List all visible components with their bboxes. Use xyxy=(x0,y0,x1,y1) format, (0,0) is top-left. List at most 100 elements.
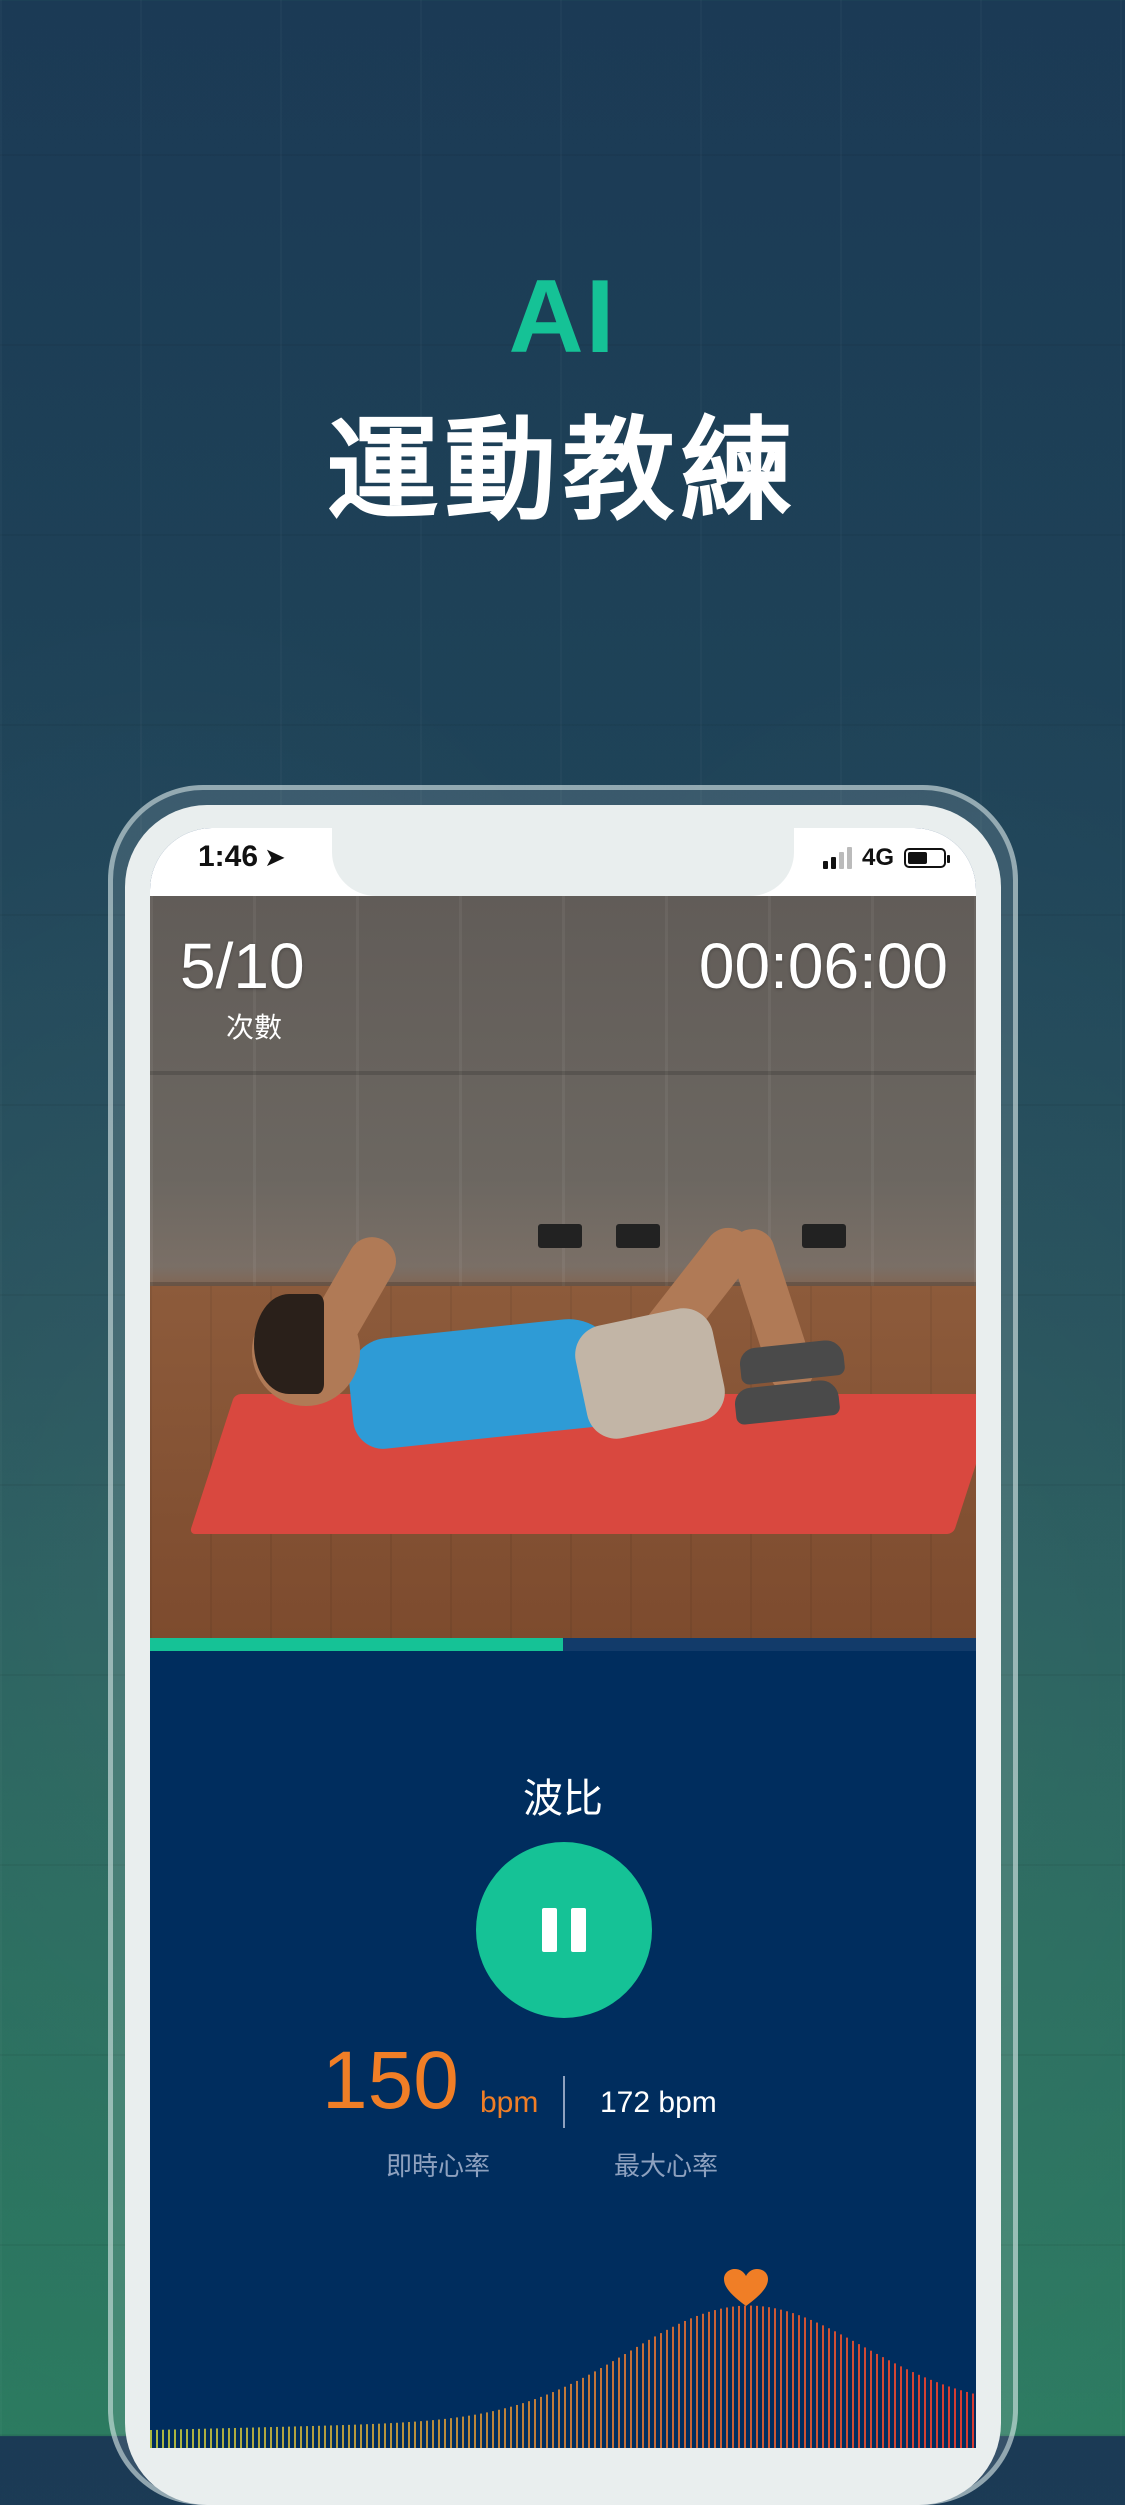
heart-rate-wave-bar xyxy=(498,2409,500,2448)
heart-rate-wave-bar xyxy=(738,2305,740,2448)
heart-rate-wave-bar xyxy=(864,2347,866,2448)
current-heart-rate-label: 即時心率 xyxy=(386,2152,491,2182)
heart-rate-wave-bar xyxy=(906,2369,908,2448)
heart-rate-wave-bar xyxy=(324,2425,326,2448)
heart-rate-wave-bar xyxy=(774,2308,776,2448)
heart-rate-wave-bar xyxy=(156,2429,158,2448)
heart-rate-wave-bar xyxy=(270,2427,272,2448)
heart-rate-wave-bar xyxy=(240,2427,242,2448)
pause-icon xyxy=(542,1908,557,1952)
heart-rate-wave-bar xyxy=(246,2427,248,2448)
heart-rate-wave-bar xyxy=(756,2305,758,2448)
heart-rate-wave-bar xyxy=(402,2422,404,2448)
heart-rate-wave-bar xyxy=(780,2309,782,2448)
video-cabinet-line xyxy=(150,1071,976,1075)
heart-rate-wave-bar xyxy=(504,2408,506,2448)
notch xyxy=(332,828,794,896)
heart-rate-wave-bar xyxy=(432,2420,434,2448)
heart-rate-wave-bar xyxy=(942,2384,944,2448)
heart-rate-wave-bar xyxy=(438,2419,440,2448)
video-cabinet-handle xyxy=(538,1224,582,1248)
heart-rate-wave-bar xyxy=(924,2377,926,2448)
heart-rate-wave-bar xyxy=(348,2424,350,2448)
heart-rate-wave-bar xyxy=(462,2416,464,2448)
heart-rate-wave-bar xyxy=(588,2374,590,2448)
heart-rate-wave-bar xyxy=(894,2363,896,2448)
heart-rate-wave-bar xyxy=(972,2393,974,2448)
heart-rate-wave-bar xyxy=(300,2426,302,2448)
heart-rate-wave-bar xyxy=(426,2420,428,2448)
current-heart-rate-unit: bpm xyxy=(480,2086,539,2119)
heart-rate-wave-bar xyxy=(354,2424,356,2448)
pause-icon xyxy=(571,1908,586,1952)
heart-rate-wave-bar xyxy=(294,2426,296,2448)
heart-rate-wave-bar xyxy=(558,2389,560,2448)
heart-rate-wave-bar xyxy=(594,2371,596,2448)
heart-rate-wave-bar xyxy=(798,2315,800,2448)
heart-rate-wave-bar xyxy=(804,2317,806,2448)
heart-rate-wave-bar xyxy=(306,2426,308,2448)
phone-screen: 1:46 ➤ 4G 5/10 次數 00:06:00 波比 150 bpm 17… xyxy=(150,828,976,2448)
heart-rate-wave-bar xyxy=(342,2425,344,2448)
heart-rate-wave-bar xyxy=(792,2313,794,2448)
heart-rate-wave-bar xyxy=(966,2391,968,2448)
heart-rate-wave-bar xyxy=(648,2339,650,2448)
heart-rate-wave-bar xyxy=(876,2353,878,2448)
signal-icon xyxy=(822,847,852,869)
heart-rate-wave-bar xyxy=(180,2429,182,2448)
max-heart-rate-value: 172 bpm xyxy=(600,2086,717,2119)
heart-rate-wave-bar xyxy=(816,2322,818,2448)
heart-rate-wave xyxy=(150,2305,974,2448)
heart-rate-wave-bar xyxy=(912,2372,914,2448)
heart-rate-wave-bar xyxy=(786,2311,788,2448)
heart-rate-wave-bar xyxy=(768,2307,770,2448)
heart-rate-wave-bar xyxy=(168,2429,170,2448)
heart-rate-wave-bar xyxy=(600,2368,602,2448)
heart-rate-wave-bar xyxy=(726,2307,728,2448)
heart-rate-wave-bar xyxy=(276,2426,278,2448)
status-indicators: 4G xyxy=(822,844,950,872)
status-time: 1:46 ➤ xyxy=(198,840,286,874)
heart-rate-divider xyxy=(563,2076,565,2128)
pause-button[interactable] xyxy=(476,1842,652,2018)
heart-rate-wave-bar xyxy=(762,2306,764,2448)
heart-rate-wave-bar xyxy=(840,2334,842,2448)
video-person-hair xyxy=(254,1294,324,1394)
exercise-name: 波比 xyxy=(523,1776,603,1822)
video-cabinet-handle xyxy=(616,1224,660,1248)
heart-rate-wave-bar xyxy=(330,2425,332,2448)
workout-progress-fill xyxy=(150,1638,563,1651)
network-type: 4G xyxy=(861,844,894,871)
heart-rate-wave-bar xyxy=(258,2427,260,2448)
heart-rate-wave-bar xyxy=(516,2404,518,2448)
heart-rate-wave-bar xyxy=(666,2329,668,2448)
heart-rate-wave-bar xyxy=(678,2323,680,2448)
heart-rate-wave-bar xyxy=(828,2328,830,2448)
heart-rate-wave-bar xyxy=(318,2425,320,2448)
rep-count-label: 次數 xyxy=(226,1011,283,1044)
heart-rate-wave-bar xyxy=(888,2360,890,2448)
heart-rate-wave-bar xyxy=(222,2428,224,2448)
heart-rate-wave-bar xyxy=(852,2340,854,2448)
heart-rate-wave-bar xyxy=(606,2364,608,2448)
heart-rate-wave-bar xyxy=(834,2331,836,2448)
heart-rate-wave-bar xyxy=(528,2401,530,2448)
heart-rate-wave-bar xyxy=(630,2350,632,2448)
rep-count: 5/10 xyxy=(180,930,305,1002)
heart-rate-wave-bar xyxy=(954,2388,956,2448)
heart-rate-wave-bar xyxy=(174,2429,176,2448)
heart-rate-wave-bar xyxy=(474,2414,476,2448)
heart-rate-wave-bar xyxy=(690,2318,692,2448)
heart-rate-wave-bar xyxy=(732,2306,734,2448)
heart-rate-wave-bar xyxy=(720,2308,722,2448)
heart-rate-wave-bar xyxy=(540,2396,542,2448)
heart-rate-wave-bar xyxy=(534,2399,536,2448)
heart-rate-wave-bar xyxy=(468,2415,470,2448)
heart-rate-wave-bar xyxy=(510,2406,512,2448)
heart-rate-wave-bar xyxy=(948,2386,950,2448)
exercise-video[interactable]: 5/10 次數 00:06:00 xyxy=(150,896,976,1638)
heart-rate-wave-bar xyxy=(708,2311,710,2448)
heart-rate-wave-bar xyxy=(696,2315,698,2448)
heart-rate-wave-bar xyxy=(930,2379,932,2448)
workout-progress-bar xyxy=(150,1638,976,1651)
